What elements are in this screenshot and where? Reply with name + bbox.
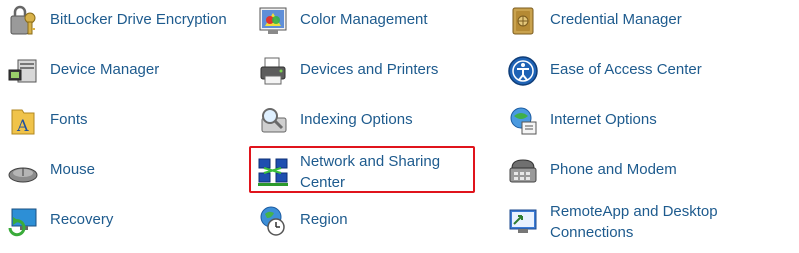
item-color-management[interactable]: Color Management bbox=[250, 0, 490, 50]
svg-text:A: A bbox=[16, 116, 29, 135]
item-label: RemoteApp and Desktop Connections bbox=[550, 201, 718, 243]
indexing-magnifier-icon bbox=[256, 104, 290, 138]
item-label: Fonts bbox=[50, 111, 88, 128]
region-globe-icon bbox=[256, 204, 290, 238]
item-ease-of-access[interactable]: Ease of Access Center bbox=[500, 50, 790, 100]
item-label: Credential Manager bbox=[550, 11, 682, 28]
item-label: Device Manager bbox=[50, 61, 160, 78]
item-credential-manager[interactable]: Credential Manager bbox=[500, 0, 790, 50]
item-fonts[interactable]: A Fonts bbox=[0, 100, 240, 150]
item-label: Ease of Access Center bbox=[550, 61, 702, 78]
item-bitlocker[interactable]: BitLocker Drive Encryption bbox=[0, 0, 240, 50]
fonts-folder-icon: A bbox=[6, 104, 40, 138]
printer-icon bbox=[256, 54, 290, 88]
item-label: Region bbox=[300, 211, 348, 228]
item-device-manager[interactable]: Device Manager bbox=[0, 50, 240, 100]
item-label: BitLocker Drive Encryption bbox=[50, 11, 227, 28]
internet-options-icon bbox=[506, 104, 540, 138]
item-label-line1: RemoteApp and Desktop bbox=[550, 203, 718, 220]
item-label: Network and Sharing Center bbox=[300, 151, 440, 193]
item-indexing-options[interactable]: Indexing Options bbox=[250, 100, 490, 150]
item-label-line1: Network and Sharing bbox=[300, 153, 441, 170]
item-label: Indexing Options bbox=[300, 111, 413, 128]
item-label-line2: Center bbox=[300, 174, 346, 191]
remote-desktop-icon bbox=[506, 204, 540, 238]
device-manager-icon bbox=[6, 54, 40, 88]
item-label: Devices and Printers bbox=[300, 61, 439, 78]
network-icon bbox=[256, 154, 290, 188]
item-label: Phone and Modem bbox=[550, 161, 677, 178]
item-phone-and-modem[interactable]: Phone and Modem bbox=[500, 150, 790, 200]
item-recovery[interactable]: Recovery bbox=[0, 200, 240, 250]
item-internet-options[interactable]: Internet Options bbox=[500, 100, 790, 150]
item-devices-and-printers[interactable]: Devices and Printers bbox=[250, 50, 490, 100]
mouse-icon bbox=[6, 154, 40, 188]
item-label-line2: Connections bbox=[550, 224, 634, 241]
ease-of-access-icon bbox=[506, 54, 540, 88]
item-label: Recovery bbox=[50, 211, 114, 228]
item-label: Color Management bbox=[300, 11, 428, 28]
color-management-icon bbox=[256, 4, 290, 38]
item-mouse[interactable]: Mouse bbox=[0, 150, 240, 200]
item-label: Mouse bbox=[50, 161, 96, 178]
bitlocker-key-icon bbox=[6, 4, 40, 38]
item-remoteapp-and-desktop[interactable]: RemoteApp and Desktop Connections bbox=[500, 200, 790, 250]
control-panel-items-grid: BitLocker Drive Encryption Color Managem… bbox=[0, 0, 799, 253]
item-region[interactable]: Region bbox=[250, 200, 490, 250]
item-label: Internet Options bbox=[550, 111, 657, 128]
recovery-icon bbox=[6, 204, 40, 238]
item-network-and-sharing-center[interactable]: Network and Sharing Center bbox=[250, 150, 490, 200]
phone-modem-icon bbox=[506, 154, 540, 188]
credential-vault-icon bbox=[506, 4, 540, 38]
